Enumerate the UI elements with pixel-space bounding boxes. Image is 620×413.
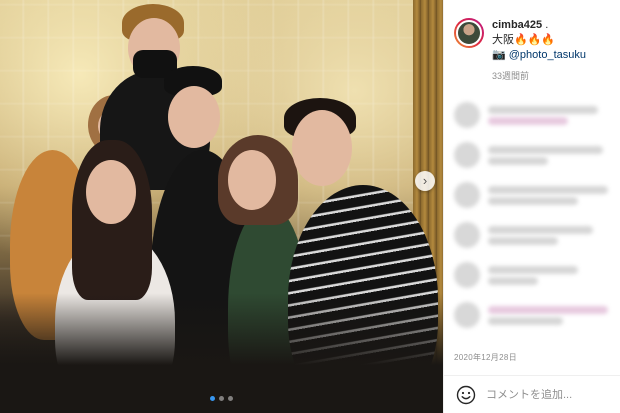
avatar [454, 142, 480, 168]
caption: cimba425 . 大阪🔥🔥🔥 📷 @photo_tasuku [492, 18, 586, 63]
comments-list [444, 95, 620, 345]
avatar [454, 262, 480, 288]
comment-text-blurred [488, 143, 603, 168]
post-date: 2020年12月28日 [454, 353, 517, 362]
avatar[interactable] [454, 18, 484, 48]
comment-text-blurred [488, 103, 598, 128]
carousel-dot-3 [228, 396, 233, 401]
smiley-icon[interactable] [456, 385, 476, 405]
instagram-post: › cimba425 . 大阪🔥🔥🔥 📷 @photo_tasuku 33週間前… [0, 0, 620, 413]
sofa-shadow [0, 293, 443, 413]
carousel-dot-2 [219, 396, 224, 401]
list-item [444, 295, 620, 335]
list-item [444, 255, 620, 295]
comment-text-blurred [488, 303, 608, 328]
username-link[interactable]: cimba425 [492, 19, 542, 31]
time-ago: 33週間前 [492, 71, 530, 81]
username-suffix: . [545, 19, 549, 31]
post-header: cimba425 . 大阪🔥🔥🔥 📷 @photo_tasuku [444, 0, 620, 63]
list-item [444, 175, 620, 215]
avatar-image [456, 20, 482, 46]
caption-line-2: 📷 @photo_tasuku [492, 48, 586, 63]
avatar [454, 102, 480, 128]
side-panel: cimba425 . 大阪🔥🔥🔥 📷 @photo_tasuku 33週間前 2… [443, 0, 620, 413]
comment-input[interactable] [486, 388, 606, 401]
list-item [444, 95, 620, 135]
comment-text-blurred [488, 223, 593, 248]
camera-emoji: 📷 [492, 49, 509, 61]
carousel-dot-1 [210, 396, 215, 401]
list-item [444, 135, 620, 175]
chevron-right-icon[interactable]: › [415, 171, 435, 191]
comment-text-blurred [488, 263, 578, 288]
carousel-dots [0, 396, 443, 401]
post-photo[interactable]: › [0, 0, 443, 413]
avatar [454, 182, 480, 208]
avatar [454, 302, 480, 328]
caption-line-1: 大阪🔥🔥🔥 [492, 34, 556, 46]
comment-bar [444, 375, 620, 413]
avatar [454, 222, 480, 248]
comment-text-blurred [488, 183, 608, 208]
list-item [444, 215, 620, 255]
mention-link[interactable]: @photo_tasuku [509, 49, 586, 61]
